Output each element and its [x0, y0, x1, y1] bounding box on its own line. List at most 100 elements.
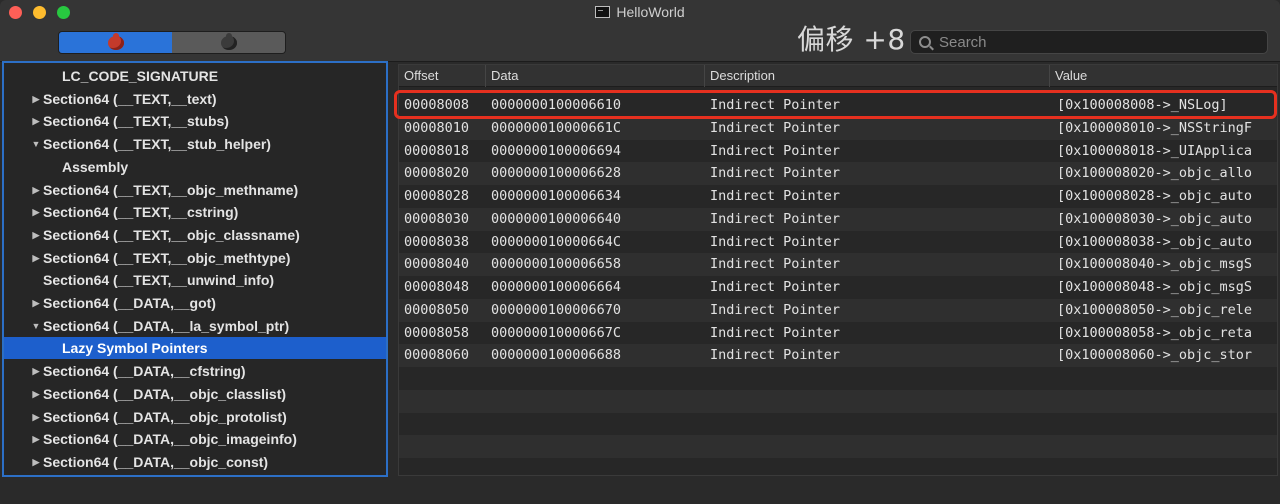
sidebar-item-label: Section64 (__TEXT,__objc_classname) [43, 226, 300, 243]
toolbar: HelloWorld 偏移 +8 [0, 0, 1280, 62]
sidebar-item-label: Section64 (__DATA,__objc_const) [43, 453, 269, 470]
search-input[interactable] [939, 33, 1239, 51]
sidebar-item[interactable]: ▶ Section64 (__TEXT,__objc_classname) [4, 224, 386, 246]
disclosure-collapsed-icon[interactable]: ▶ [31, 224, 41, 246]
table-row[interactable]: 00008048 0000000100006664 Indirect Pointer… [399, 276, 1277, 299]
search-field[interactable] [910, 30, 1268, 54]
table-row[interactable]: 00008010 000000010000661C Indirect Pointer… [399, 116, 1277, 140]
sidebar-item-label: Section64 (__TEXT,__cstring) [43, 204, 239, 221]
disclosure-collapsed-icon[interactable]: ▶ [31, 292, 41, 314]
column-header-value[interactable]: Value [1050, 65, 1277, 87]
disclosure-collapsed-icon[interactable]: ▶ [31, 406, 41, 428]
gray-bug-icon [220, 32, 237, 50]
sidebar-item[interactable]: ▶ Section64 (__TEXT,__objc_methname) [4, 179, 386, 201]
cell-description: Indirect Pointer [710, 119, 841, 136]
sidebar-item-label: Section64 (__DATA,__got) [43, 295, 216, 311]
disclosure-collapsed-icon[interactable]: ▶ [31, 383, 41, 405]
cell-description: Indirect Pointer [710, 233, 841, 250]
cell-offset: 00008018 [404, 142, 470, 159]
sidebar-item-label: LC_CODE_SIGNATURE [62, 68, 219, 84]
column-header-data[interactable]: Data [486, 65, 705, 87]
cell-data: 0000000100006634 [491, 188, 622, 204]
disclosure-expanded-icon[interactable]: ▼ [31, 315, 41, 337]
red-bug-icon [107, 32, 124, 50]
sidebar-item[interactable]: ▶ Section64 (__TEXT,__stubs) [4, 110, 386, 132]
section-tree-sidebar: LC_CODE_SIGNATURE ▶ Section64 (__TEXT,__te… [2, 61, 388, 477]
empty-row [399, 435, 1277, 459]
column-header-description[interactable]: Description [705, 65, 1050, 87]
disclosure-collapsed-icon[interactable]: ▶ [31, 247, 41, 269]
cell-value: [0x100008010->_NSStringF [1057, 119, 1253, 136]
window-title-area: HelloWorld [0, 4, 1280, 20]
sidebar-item[interactable]: Lazy Symbol Pointers [4, 337, 386, 360]
table-row[interactable]: 00008040 0000000100006658 Indirect Pointer… [399, 253, 1277, 277]
table-row[interactable]: 00008018 0000000100006694 Indirect Pointer… [399, 140, 1277, 163]
sidebar-item-label: Lazy Symbol Pointers [62, 340, 208, 357]
table-row[interactable]: 00008038 000000010000664C Indirect Pointer… [399, 231, 1277, 254]
sidebar-item[interactable]: ▶ Section64 (__DATA,__objc_protolist) [4, 406, 386, 428]
rva-view-segment[interactable] [172, 32, 285, 53]
cell-data: 0000000100006664 [491, 279, 622, 295]
table-row[interactable]: 00008050 0000000100006670 Indirect Pointer… [399, 298, 1277, 322]
cell-description: Indirect Pointer [710, 210, 841, 227]
cell-data: 000000010000661C [491, 119, 622, 136]
sidebar-item[interactable]: ▶ Section64 (__TEXT,__cstring) [4, 201, 386, 223]
cell-value: [0x100008040->_objc_msgS [1057, 256, 1253, 273]
cell-value: [0x100008028->_objc_auto [1057, 188, 1253, 204]
disclosure-collapsed-icon[interactable]: ▶ [31, 451, 41, 473]
data-table: Offset Data Description Value 00008008 00000… [398, 64, 1278, 476]
cell-value: [0x100008058->_objc_reta [1057, 324, 1253, 341]
cell-data: 000000010000667C [491, 324, 622, 341]
sidebar-item[interactable]: ▶ Section64 (__TEXT,__objc_methtype) [4, 247, 386, 269]
disclosure-collapsed-icon[interactable]: ▶ [31, 179, 41, 201]
cell-value: [0x100008038->_objc_auto [1057, 233, 1253, 250]
disclosure-collapsed-icon[interactable]: ▶ [31, 428, 41, 450]
sidebar-item[interactable]: ▶ Section64 (__DATA,__cfstring) [4, 360, 386, 382]
terminal-app-icon [595, 6, 611, 18]
sidebar-item-label: Section64 (__TEXT,__text) [43, 90, 217, 107]
sidebar-item[interactable]: ▼ Section64 (__TEXT,__stub_helper) [4, 133, 386, 155]
cell-value: [0x100008060->_objc_stor [1057, 347, 1253, 364]
sidebar-item[interactable]: ▶ Section64 (__DATA,__objc_imageinfo) [4, 428, 386, 450]
sidebar-item[interactable]: LC_CODE_SIGNATURE [4, 65, 386, 87]
cell-description: Indirect Pointer [710, 347, 841, 364]
sidebar-item[interactable]: Assembly [4, 156, 386, 178]
sidebar-item[interactable]: ▶ Section64 (__DATA,__objc_const) [4, 451, 386, 473]
cell-offset: 00008050 [404, 301, 470, 318]
cell-offset: 00008020 [404, 165, 470, 182]
cell-value: [0x100008048->_objc_msgS [1057, 279, 1253, 295]
sidebar-item[interactable]: ▶ Section64 (__TEXT,__text) [4, 88, 386, 110]
disclosure-collapsed-icon[interactable]: ▶ [31, 201, 41, 223]
sidebar-item-label: Section64 (__DATA,__objc_classlist) [43, 385, 287, 402]
table-row[interactable]: 00008020 0000000100006628 Indirect Pointer… [399, 162, 1277, 186]
offset-annotation: 偏移 +8 [797, 23, 906, 56]
table-row[interactable]: 00008058 000000010000667C Indirect Pointer… [399, 322, 1277, 345]
highlight-box [394, 90, 1277, 119]
raw-view-segment[interactable] [59, 32, 172, 53]
sidebar-item[interactable]: ▶ Section64 (__DATA,__got) [4, 292, 386, 314]
sidebar-item-label: Section64 (__TEXT,__stubs) [43, 113, 229, 130]
cell-offset: 00008060 [404, 347, 470, 364]
cell-offset: 00008058 [404, 324, 470, 341]
column-header-offset[interactable]: Offset [399, 65, 486, 87]
sidebar-item-label: Section64 (__TEXT,__stub_helper) [43, 136, 271, 153]
empty-row [399, 367, 1277, 390]
sidebar-item-label: Section64 (__DATA,__la_symbol_ptr) [43, 317, 290, 334]
table-row[interactable]: 00008030 0000000100006640 Indirect Pointer… [399, 207, 1277, 231]
sidebar-item[interactable]: ▼ Section64 (__DATA,__la_symbol_ptr) [4, 315, 386, 337]
sidebar-item[interactable]: ▶ Section64 (__DATA,__objc_classlist) [4, 383, 386, 405]
sidebar-item-label: Section64 (__TEXT,__unwind_info) [43, 272, 275, 289]
table-row[interactable]: 00008028 0000000100006634 Indirect Pointer… [399, 185, 1277, 208]
disclosure-collapsed-icon[interactable]: ▶ [31, 88, 41, 110]
cell-description: Indirect Pointer [710, 256, 841, 273]
disclosure-collapsed-icon[interactable]: ▶ [31, 110, 41, 132]
cell-offset: 00008040 [404, 256, 470, 273]
cell-data: 0000000100006670 [491, 301, 622, 318]
table-row[interactable]: 00008060 0000000100006688 Indirect Pointer… [399, 344, 1277, 368]
cell-description: Indirect Pointer [710, 279, 841, 295]
app-window: HelloWorld 偏移 +8 LC_CODE_SIGNATURE▶Secti… [0, 0, 1280, 504]
cell-data: 0000000100006694 [491, 142, 622, 159]
disclosure-collapsed-icon[interactable]: ▶ [31, 360, 41, 382]
disclosure-expanded-icon[interactable]: ▼ [31, 133, 41, 155]
sidebar-item[interactable]: Section64 (__TEXT,__unwind_info) [4, 269, 386, 291]
